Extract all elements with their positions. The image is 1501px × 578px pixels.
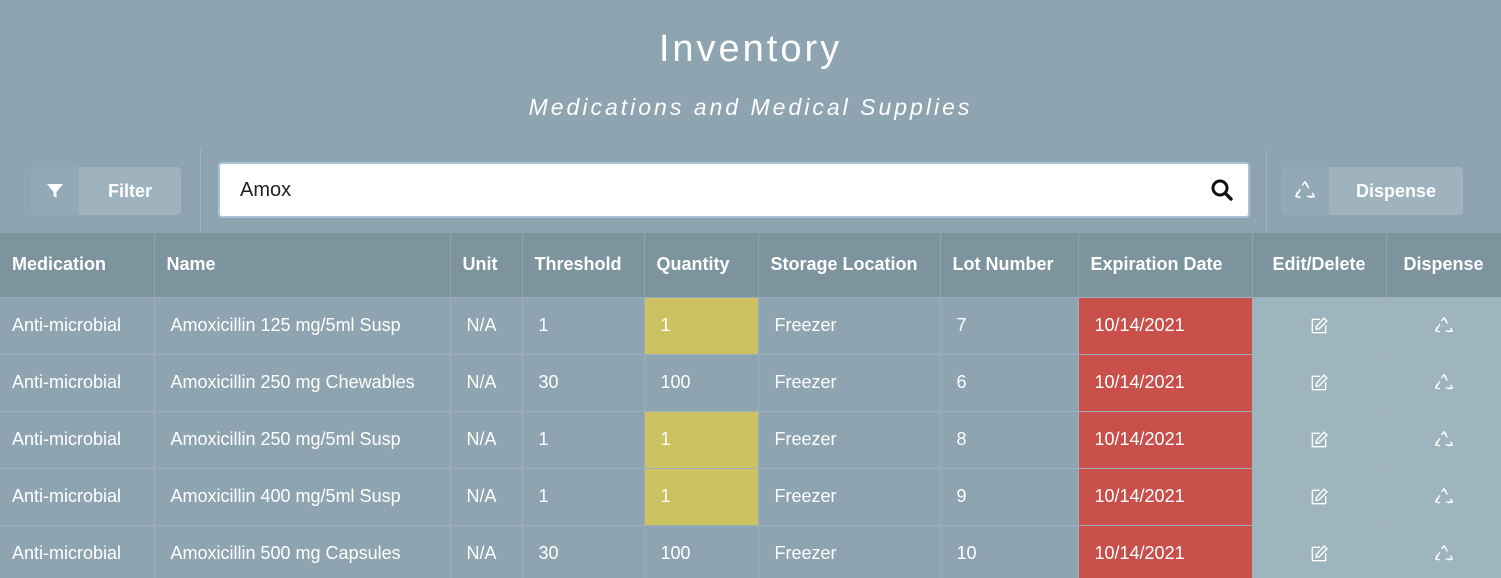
cell-medication: Anti-microbial [0, 410, 155, 468]
cell-quantity: 1 [644, 467, 759, 525]
cell-threshold: 1 [522, 410, 645, 468]
column-header-name[interactable]: Name [154, 233, 451, 297]
cell-medication: Anti-microbial [0, 296, 155, 354]
table-row[interactable]: Anti-microbial Amoxicillin 250 mg Chewabl… [0, 353, 1501, 411]
cell-unit: N/A [450, 410, 523, 468]
edit-button[interactable] [1252, 524, 1387, 578]
recycle-icon [1281, 167, 1329, 215]
table-row[interactable]: Anti-microbial Amoxicillin 500 mg Capsule… [0, 524, 1501, 578]
cell-expiration-date: 10/14/2021 [1078, 353, 1253, 411]
dispense-button-label: Dispense [1355, 180, 1437, 201]
edit-icon [1309, 429, 1329, 449]
edit-button[interactable] [1252, 467, 1387, 525]
cell-expiration-date: 10/14/2021 [1078, 296, 1253, 354]
cell-name: Amoxicillin 500 mg Capsules [154, 524, 451, 578]
cell-expiration-date: 10/14/2021 [1078, 524, 1253, 578]
cell-medication: Anti-microbial [0, 467, 155, 525]
cell-lot-number: 9 [940, 467, 1079, 525]
cell-unit: N/A [450, 296, 523, 354]
cell-lot-number: 7 [940, 296, 1079, 354]
cell-quantity: 1 [644, 296, 759, 354]
cell-storage-location: Freezer [758, 296, 941, 354]
filter-button-label: Filter [107, 180, 152, 201]
recycle-icon [1434, 543, 1454, 563]
cell-name: Amoxicillin 250 mg/5ml Susp [154, 410, 451, 468]
column-header-dispense: Dispense [1386, 233, 1501, 297]
cell-lot-number: 6 [940, 353, 1079, 411]
inventory-table: Medication Name Unit Threshold Quantity … [0, 233, 1501, 578]
edit-icon [1309, 543, 1329, 563]
cell-threshold: 1 [522, 296, 645, 354]
cell-quantity: 100 [644, 524, 759, 578]
row-dispense-button[interactable] [1386, 296, 1501, 354]
edit-button[interactable] [1252, 410, 1387, 468]
column-header-storage-location[interactable]: Storage Location [758, 233, 941, 297]
column-header-lot-number[interactable]: Lot Number [940, 233, 1079, 297]
edit-icon [1309, 372, 1329, 392]
table-row[interactable]: Anti-microbial Amoxicillin 125 mg/5ml Sus… [0, 296, 1501, 354]
column-header-threshold[interactable]: Threshold [522, 233, 645, 297]
table-body: Anti-microbial Amoxicillin 125 mg/5ml Sus… [0, 296, 1501, 578]
column-header-medication[interactable]: Medication [0, 233, 155, 297]
search-box [218, 162, 1250, 218]
recycle-icon [1434, 315, 1454, 335]
toolbar-divider-left [200, 148, 201, 232]
cell-storage-location: Freezer [758, 467, 941, 525]
cell-unit: N/A [450, 467, 523, 525]
column-header-quantity[interactable]: Quantity [644, 233, 759, 297]
table-row[interactable]: Anti-microbial Amoxicillin 400 mg/5ml Sus… [0, 467, 1501, 525]
page-title: Inventory [658, 28, 843, 70]
column-header-edit-delete: Edit/Delete [1252, 233, 1387, 297]
recycle-icon [1434, 372, 1454, 392]
row-dispense-button[interactable] [1386, 524, 1501, 578]
recycle-icon [1434, 429, 1454, 449]
edit-button[interactable] [1252, 353, 1387, 411]
filter-button[interactable]: Filter [31, 167, 181, 215]
cell-expiration-date: 10/14/2021 [1078, 467, 1253, 525]
edit-button[interactable] [1252, 296, 1387, 354]
row-dispense-button[interactable] [1386, 353, 1501, 411]
row-dispense-button[interactable] [1386, 410, 1501, 468]
column-header-unit[interactable]: Unit [450, 233, 523, 297]
cell-threshold: 30 [522, 353, 645, 411]
cell-threshold: 30 [522, 524, 645, 578]
cell-expiration-date: 10/14/2021 [1078, 410, 1253, 468]
cell-lot-number: 10 [940, 524, 1079, 578]
edit-icon [1309, 486, 1329, 506]
cell-name: Amoxicillin 125 mg/5ml Susp [154, 296, 451, 354]
cell-unit: N/A [450, 353, 523, 411]
column-header-expiration-date[interactable]: Expiration Date [1078, 233, 1253, 297]
cell-medication: Anti-microbial [0, 353, 155, 411]
cell-medication: Anti-microbial [0, 524, 155, 578]
dispense-button[interactable]: Dispense [1281, 167, 1463, 215]
page-subtitle: Medications and Medical Supplies [528, 94, 973, 120]
search-input[interactable] [240, 164, 1200, 216]
recycle-icon [1434, 486, 1454, 506]
filter-icon [31, 167, 79, 215]
edit-icon [1309, 315, 1329, 335]
cell-storage-location: Freezer [758, 353, 941, 411]
toolbar-divider-right [1266, 148, 1267, 232]
cell-name: Amoxicillin 400 mg/5ml Susp [154, 467, 451, 525]
table-header-row: Medication Name Unit Threshold Quantity … [0, 233, 1501, 297]
cell-threshold: 1 [522, 467, 645, 525]
cell-storage-location: Freezer [758, 410, 941, 468]
row-dispense-button[interactable] [1386, 467, 1501, 525]
cell-lot-number: 8 [940, 410, 1079, 468]
cell-name: Amoxicillin 250 mg Chewables [154, 353, 451, 411]
cell-unit: N/A [450, 524, 523, 578]
cell-quantity: 100 [644, 353, 759, 411]
search-icon[interactable] [1210, 178, 1234, 202]
cell-storage-location: Freezer [758, 524, 941, 578]
table-row[interactable]: Anti-microbial Amoxicillin 250 mg/5ml Sus… [0, 410, 1501, 468]
cell-quantity: 1 [644, 410, 759, 468]
